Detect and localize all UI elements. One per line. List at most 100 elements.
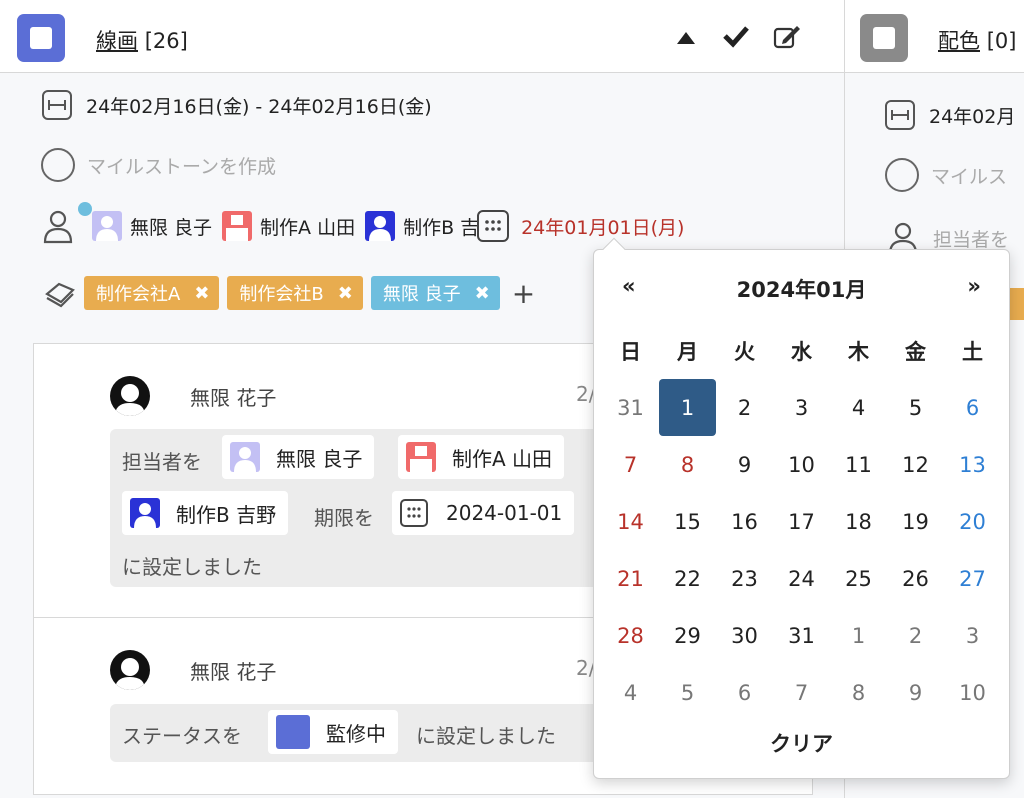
day-cell[interactable]: 6 bbox=[716, 664, 773, 721]
datepicker-grid: 日月火水木金土 31 1 2 3 4 5 6 7 8 9 10 11 12 13 14 15 16 17 18 19 20… bbox=[602, 322, 1001, 721]
day-cell[interactable]: 9 bbox=[887, 664, 944, 721]
assignee-name: 制作A 山田 bbox=[452, 446, 553, 471]
day-cell[interactable]: 13 bbox=[944, 436, 1001, 493]
column-title-name[interactable]: 線画 bbox=[96, 29, 138, 53]
day-cell[interactable]: 31 bbox=[773, 607, 830, 664]
day-cell[interactable]: 6 bbox=[944, 379, 1001, 436]
weekday-label: 水 bbox=[791, 339, 812, 364]
day-cell[interactable]: 29 bbox=[659, 607, 716, 664]
day-cell[interactable]: 7 bbox=[773, 664, 830, 721]
day-cell[interactable]: 24 bbox=[773, 550, 830, 607]
day-cell[interactable]: 27 bbox=[944, 550, 1001, 607]
date-range-icon bbox=[42, 90, 72, 120]
day-cell[interactable]: 31 bbox=[602, 379, 659, 436]
date-range-icon bbox=[885, 100, 915, 130]
column-title[interactable]: 線画 [26] bbox=[96, 25, 188, 55]
day-cell[interactable]: 8 bbox=[659, 436, 716, 493]
assignee-chip: 無限 良子 bbox=[222, 435, 375, 479]
column-title-name[interactable]: 配色 bbox=[938, 29, 980, 53]
day-cell[interactable]: 10 bbox=[944, 664, 1001, 721]
day-cell[interactable]: 8 bbox=[830, 664, 887, 721]
remove-tag-icon[interactable]: ✖ bbox=[338, 283, 353, 304]
collapse-up-icon[interactable] bbox=[676, 30, 696, 49]
assignee-chip: 制作B 吉野 bbox=[122, 491, 289, 535]
avatar bbox=[230, 442, 260, 472]
day-cell[interactable]: 30 bbox=[716, 607, 773, 664]
day-cell[interactable]: 16 bbox=[716, 493, 773, 550]
weekday-label: 金 bbox=[905, 339, 926, 364]
add-tag-button[interactable]: + bbox=[512, 277, 535, 310]
day-cell[interactable]: 15 bbox=[659, 493, 716, 550]
day-cell[interactable]: 11 bbox=[830, 436, 887, 493]
day-cell[interactable]: 12 bbox=[887, 436, 944, 493]
status-checkbox[interactable] bbox=[860, 14, 908, 62]
day-cell[interactable]: 3 bbox=[944, 607, 1001, 664]
activity-detail: 担当者を 無限 良子 制作A 山田 制作B 吉野 期限を 2024-01-01 … bbox=[110, 429, 610, 587]
day-cell[interactable]: 7 bbox=[602, 436, 659, 493]
weekday-label: 木 bbox=[848, 339, 869, 364]
status-checkbox[interactable] bbox=[17, 14, 65, 62]
day-cell[interactable]: 26 bbox=[887, 550, 944, 607]
avatar bbox=[406, 442, 436, 472]
activity-suffix: に設定しました bbox=[416, 724, 556, 748]
assignee-name: 制作A 山田 bbox=[260, 216, 356, 239]
day-cell[interactable]: 9 bbox=[716, 436, 773, 493]
tag-label: 制作会社A bbox=[96, 284, 181, 305]
day-cell[interactable]: 2 bbox=[716, 379, 773, 436]
day-cell[interactable]: 14 bbox=[602, 493, 659, 550]
edit-icon[interactable] bbox=[773, 24, 801, 54]
day-cell-selected[interactable]: 1 bbox=[659, 379, 716, 436]
day-cell[interactable]: 25 bbox=[830, 550, 887, 607]
column-title[interactable]: 配色 [0] bbox=[938, 25, 1016, 55]
assignee-row[interactable]: 無限 良子 制作A 山田 制作B 吉 24年01月01日(月) bbox=[42, 202, 684, 244]
activity-prefix: ステータスを bbox=[122, 724, 242, 748]
tag-label: 無限 良子 bbox=[382, 284, 461, 305]
day-cell[interactable]: 5 bbox=[887, 379, 944, 436]
remove-tag-icon[interactable]: ✖ bbox=[475, 283, 490, 304]
milestone-row[interactable]: マイルストーンを作成 bbox=[41, 148, 276, 182]
assignee-name: 制作B 吉 bbox=[403, 216, 478, 239]
due-date[interactable]: 24年01月01日(月) bbox=[521, 213, 684, 240]
milestone-placeholder: マイルストーンを作成 bbox=[87, 155, 277, 178]
avatar bbox=[92, 211, 122, 241]
day-cell[interactable]: 2 bbox=[887, 607, 944, 664]
day-cell[interactable]: 19 bbox=[887, 493, 944, 550]
next-month-button[interactable]: » bbox=[967, 274, 981, 298]
activity-user: 無限 花子 bbox=[190, 386, 277, 410]
day-cell[interactable]: 28 bbox=[602, 607, 659, 664]
date-range-row[interactable]: 24年02月16日(金) - 24年02月16日(金) bbox=[42, 90, 432, 120]
avatar bbox=[130, 498, 160, 528]
milestone-placeholder: マイルス bbox=[931, 165, 1008, 188]
date-range-text: 24年02月 bbox=[929, 105, 1016, 128]
day-cell[interactable]: 20 bbox=[944, 493, 1001, 550]
clear-button[interactable]: クリア bbox=[594, 728, 1009, 758]
day-cell[interactable]: 17 bbox=[773, 493, 830, 550]
tag-chip[interactable]: 制作会社B ✖ bbox=[227, 276, 363, 310]
datepicker-title[interactable]: 2024年01月 bbox=[594, 274, 1009, 304]
assignee-chip: 制作A 山田 bbox=[398, 435, 565, 479]
calendar-icon bbox=[400, 499, 428, 527]
remove-tag-icon[interactable]: ✖ bbox=[194, 283, 209, 304]
day-cell[interactable]: 21 bbox=[602, 550, 659, 607]
status-color-swatch bbox=[276, 715, 310, 749]
avatar bbox=[110, 376, 150, 416]
datepicker-popup: « 2024年01月 » 日月火水木金土 31 1 2 3 4 5 6 7 8 9 10 11 12 13 1… bbox=[593, 237, 1010, 779]
date-range-row[interactable]: 24年02月 bbox=[885, 100, 1015, 130]
day-cell[interactable]: 4 bbox=[602, 664, 659, 721]
day-cell[interactable]: 23 bbox=[716, 550, 773, 607]
day-cell[interactable]: 10 bbox=[773, 436, 830, 493]
day-cell[interactable]: 3 bbox=[773, 379, 830, 436]
milestone-circle-icon bbox=[41, 148, 75, 182]
day-cell[interactable]: 18 bbox=[830, 493, 887, 550]
day-cell[interactable]: 1 bbox=[830, 607, 887, 664]
activity-suffix: に設定しました bbox=[122, 555, 262, 579]
tag-chip[interactable]: 制作会社A ✖ bbox=[84, 276, 220, 310]
day-cell[interactable]: 4 bbox=[830, 379, 887, 436]
checkmark-icon[interactable] bbox=[722, 24, 750, 52]
tag-chip[interactable]: 無限 良子 ✖ bbox=[370, 276, 500, 310]
day-cell[interactable]: 5 bbox=[659, 664, 716, 721]
day-cell[interactable]: 22 bbox=[659, 550, 716, 607]
date-range-text: 24年02月16日(金) - 24年02月16日(金) bbox=[86, 95, 432, 118]
avatar bbox=[110, 650, 150, 690]
milestone-row[interactable]: マイルス bbox=[885, 158, 1007, 192]
